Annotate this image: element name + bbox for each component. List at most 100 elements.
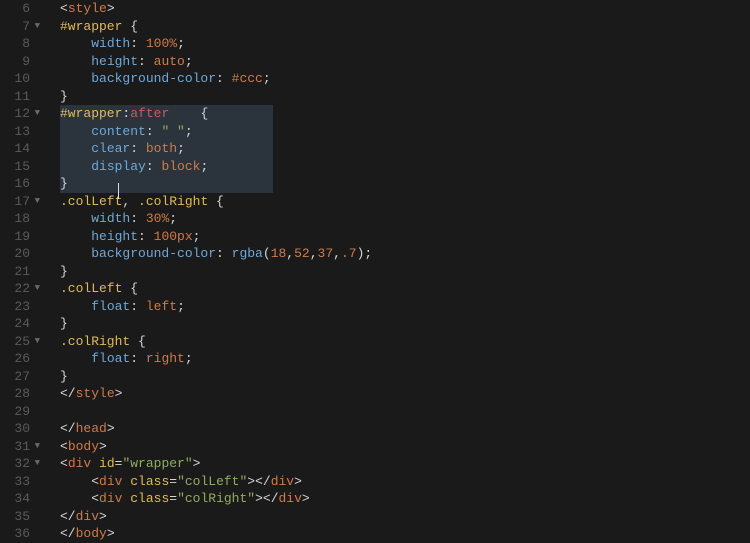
line-number: 23 [12,298,30,316]
code-token: > [115,386,123,401]
code-token: ); [357,246,373,261]
code-token [60,474,91,489]
code-token [60,246,91,261]
code-token: auto [154,54,185,69]
code-line[interactable]: #wrapper { [60,18,750,36]
code-token: ></ [255,491,278,506]
gutter-line: 21 [12,263,40,281]
code-token: ; [177,141,185,156]
line-number: 34 [12,490,30,508]
code-token: .colRight [138,194,216,209]
line-number: 10 [12,70,30,88]
code-token [60,491,91,506]
fold-marker-icon[interactable]: ▼ [34,438,40,456]
gutter-line: 10 [12,70,40,88]
line-number: 20 [12,245,30,263]
code-line[interactable]: #wrapper:after { [60,105,750,123]
code-token: < [60,439,68,454]
code-token: </ [60,421,76,436]
line-number: 16 [12,175,30,193]
code-token: : [130,351,146,366]
fold-marker-icon[interactable]: ▼ [34,18,40,36]
code-line[interactable]: background-color: #ccc; [60,70,750,88]
code-line[interactable]: </style> [60,385,750,403]
code-line[interactable]: </div> [60,508,750,526]
gutter-line: 8 [12,35,40,53]
code-token: > [107,1,115,16]
fold-marker-icon[interactable]: ▼ [34,105,40,123]
line-number: 8 [12,35,30,53]
code-token: " " [161,124,184,139]
code-line[interactable] [60,403,750,421]
code-line[interactable]: <style> [60,0,750,18]
code-line[interactable]: float: right; [60,350,750,368]
code-token: after [130,106,169,121]
fold-marker-icon[interactable]: ▼ [34,333,40,351]
code-line[interactable]: height: 100px; [60,228,750,246]
line-number: 28 [12,385,30,403]
code-token: > [107,526,115,541]
gutter-line: 11 [12,88,40,106]
code-token: : [146,124,162,139]
code-line[interactable]: float: left; [60,298,750,316]
code-token: class [130,491,169,506]
code-token: height [91,54,138,69]
code-line[interactable]: } [60,368,750,386]
code-token: </ [60,509,76,524]
code-line[interactable]: } [60,175,750,193]
code-token: : [130,299,146,314]
code-area[interactable]: <style>#wrapper { width: 100%; height: a… [48,0,750,542]
line-number: 17 [12,193,30,211]
code-token: : [146,159,162,174]
code-token: , [310,246,318,261]
code-token: ; [200,159,208,174]
gutter-line: 16 [12,175,40,193]
fold-marker-icon[interactable]: ▼ [34,193,40,211]
line-number: 18 [12,210,30,228]
code-line[interactable]: <body> [60,438,750,456]
line-number: 12 [12,105,30,123]
code-token: background-color [91,71,216,86]
code-token: div [279,491,302,506]
code-token: width [91,211,130,226]
code-line[interactable]: </head> [60,420,750,438]
code-token: div [99,491,130,506]
gutter-line: 18 [12,210,40,228]
code-token: : [130,211,146,226]
fold-marker-icon[interactable]: ▼ [34,280,40,298]
code-line[interactable]: display: block; [60,158,750,176]
code-line[interactable]: <div class="colLeft"></div> [60,473,750,491]
code-line[interactable]: height: auto; [60,53,750,71]
code-token: div [99,474,130,489]
code-line[interactable]: .colLeft { [60,280,750,298]
code-line[interactable]: } [60,315,750,333]
code-token: > [302,491,310,506]
code-line[interactable]: .colLeft, .colRight { [60,193,750,211]
code-token: div [76,509,99,524]
line-number: 27 [12,368,30,386]
code-token [60,54,91,69]
code-token: body [68,439,99,454]
code-editor[interactable]: 67▼89101112▼1314151617▼1819202122▼232425… [0,0,750,542]
gutter-line: 20 [12,245,40,263]
code-line[interactable]: background-color: rgba(18,52,37,.7); [60,245,750,263]
code-line[interactable]: <div class="colRight"></div> [60,490,750,508]
code-line[interactable]: .colRight { [60,333,750,351]
code-line[interactable]: } [60,263,750,281]
code-line[interactable]: width: 30%; [60,210,750,228]
code-token: : [138,229,154,244]
code-line[interactable]: width: 100%; [60,35,750,53]
code-line[interactable]: content: " "; [60,123,750,141]
code-line[interactable]: clear: both; [60,140,750,158]
line-number: 19 [12,228,30,246]
line-number: 32 [12,455,30,473]
code-line[interactable]: <div id="wrapper"> [60,455,750,473]
code-line[interactable]: } [60,88,750,106]
code-token: both [146,141,177,156]
code-token [60,36,91,51]
gutter-line: 15 [12,158,40,176]
code-line[interactable]: </body> [60,525,750,543]
fold-marker-icon[interactable]: ▼ [34,455,40,473]
code-token: } [60,176,68,191]
code-token [169,106,200,121]
